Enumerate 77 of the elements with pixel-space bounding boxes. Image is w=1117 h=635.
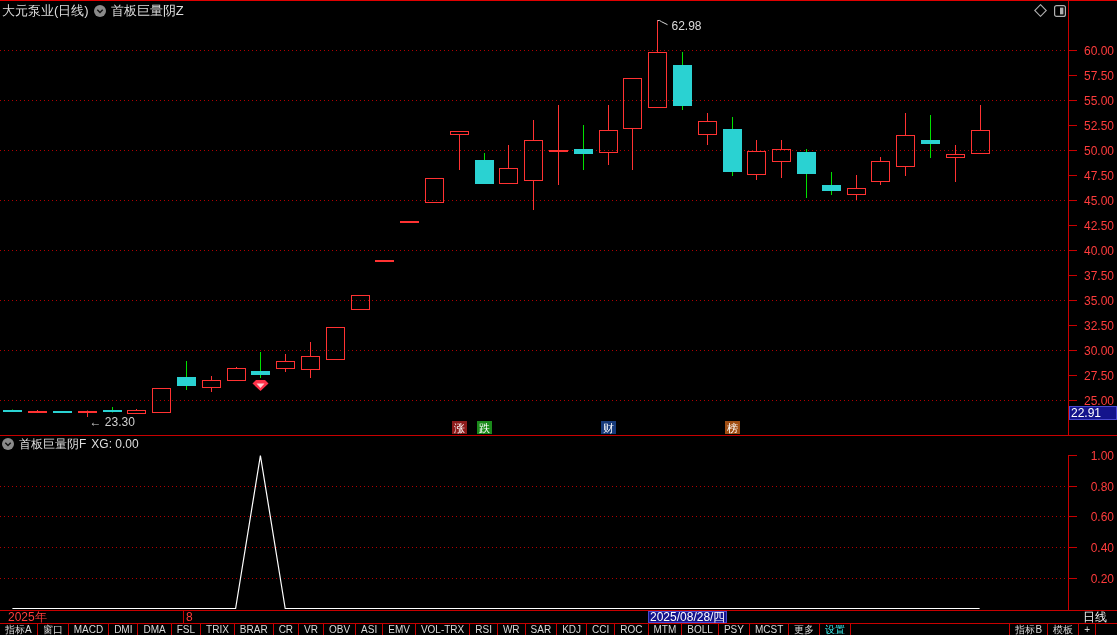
- candlestick: [53, 410, 72, 413]
- candlestick: [103, 406, 122, 413]
- candlestick: [227, 366, 246, 381]
- candlestick: [896, 112, 915, 177]
- axis-label: 30.00: [1083, 343, 1114, 358]
- axis-label: 57.50: [1083, 68, 1114, 83]
- candlestick: [971, 104, 990, 154]
- candlestick: [847, 174, 866, 201]
- event-badge: 跌: [477, 421, 492, 434]
- candlestick: [599, 104, 618, 166]
- gem-icon: [252, 380, 269, 391]
- indicator-name: 首板巨量阴F: [19, 437, 87, 450]
- axis-label: 52.50: [1083, 118, 1114, 133]
- candlestick: [78, 410, 97, 418]
- diamond-icon[interactable]: [1034, 4, 1047, 17]
- candlestick: [3, 409, 22, 412]
- axis-label: 0.20: [1090, 571, 1114, 586]
- candlestick: [574, 124, 593, 171]
- candlestick: [747, 139, 766, 181]
- candlestick: [450, 130, 469, 171]
- candlestick: [499, 144, 518, 184]
- candlestick: [772, 139, 791, 179]
- candlestick: [425, 177, 444, 203]
- candlestick: [28, 409, 47, 413]
- axis-label: 60.00: [1083, 43, 1114, 58]
- chevron-circle-icon[interactable]: [93, 4, 106, 17]
- axis-label: 50.00: [1083, 143, 1114, 158]
- axis-label: 0.40: [1090, 540, 1114, 555]
- candlestick: [276, 353, 295, 373]
- axis-label: 32.50: [1083, 318, 1114, 333]
- candlestick: [326, 326, 345, 360]
- split-square-icon[interactable]: [1054, 4, 1066, 17]
- low-price-label: ← 23.30: [89, 415, 135, 429]
- axis-label: 0.60: [1090, 509, 1114, 524]
- candlestick: [202, 375, 221, 393]
- candlestick: [177, 360, 196, 391]
- candlestick: [871, 156, 890, 186]
- candlestick: [797, 148, 816, 199]
- current-price-tag: 22.91: [1069, 406, 1117, 420]
- candlestick: [475, 152, 494, 184]
- year-label: 2025年: [8, 611, 47, 623]
- axis-label: 35.00: [1083, 293, 1114, 308]
- candlestick: [375, 259, 394, 262]
- candlestick: [400, 220, 419, 223]
- candlestick: [921, 114, 940, 159]
- high-price-label: 62.98: [657, 19, 702, 34]
- candlestick: [351, 294, 370, 310]
- axis-label: 45.00: [1083, 193, 1114, 208]
- candlestick: [673, 51, 692, 111]
- candlestick: [822, 171, 841, 196]
- cursor-date-label: 2025/08/28/四: [648, 611, 728, 623]
- candlestick: [251, 351, 270, 379]
- candlestick: [152, 387, 171, 413]
- axis-label: 1.00: [1090, 448, 1114, 463]
- event-badge: 财: [601, 421, 616, 434]
- indicator-readout: XG: 0.00: [91, 437, 139, 450]
- axis-label: 37.50: [1083, 268, 1114, 283]
- axis-label: 25.00: [1083, 393, 1114, 408]
- axis-label: 55.00: [1083, 93, 1114, 108]
- candlestick: [127, 408, 146, 414]
- axis-label: 47.50: [1083, 168, 1114, 183]
- annotation: 62.98: [671, 19, 702, 34]
- candlestick: [723, 116, 742, 177]
- period-label: 日线: [1083, 611, 1107, 623]
- axis-label: 40.00: [1083, 243, 1114, 258]
- event-badge: 涨: [452, 421, 467, 434]
- axis-label: 27.50: [1083, 368, 1114, 383]
- axis-label: 42.50: [1083, 218, 1114, 233]
- candlestick: [946, 144, 965, 183]
- candlestick: [301, 341, 320, 379]
- event-badge: 榜: [725, 421, 740, 434]
- chevron-circle-icon[interactable]: [2, 437, 14, 450]
- axis-label: 0.80: [1090, 479, 1114, 494]
- indicator-name: 首板巨量阴Z: [110, 4, 184, 17]
- month-label: 8: [186, 611, 193, 623]
- stock-title: 大元泵业(日线): [2, 4, 89, 17]
- candlestick: [698, 112, 717, 146]
